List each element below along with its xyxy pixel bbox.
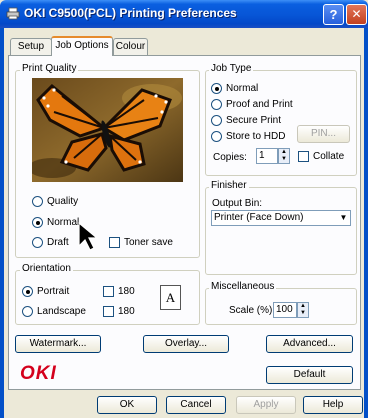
watermark-button[interactable]: Watermark... xyxy=(15,335,101,353)
finisher-label: Finisher xyxy=(209,180,249,191)
proof-and-print-radio[interactable] xyxy=(211,99,222,110)
help-button[interactable]: Help xyxy=(303,396,363,414)
toner-save-label: Toner save xyxy=(124,237,173,248)
scale-spinner[interactable]: ▲ ▼ xyxy=(297,302,309,318)
job-normal-radio[interactable] xyxy=(211,83,222,94)
scale-spin-up-icon[interactable]: ▲ xyxy=(298,303,308,310)
orientation-label: Orientation xyxy=(20,263,73,274)
normal-quality-label: Normal xyxy=(47,217,80,228)
mouse-cursor-icon xyxy=(78,222,99,251)
collate-label: Collate xyxy=(313,151,345,162)
quality-radio[interactable] xyxy=(32,196,43,207)
copies-spinner[interactable]: ▲ ▼ xyxy=(278,148,290,164)
window-frame-right xyxy=(364,28,368,418)
window-frame-left xyxy=(0,28,4,418)
draft-label: Draft xyxy=(47,237,69,248)
advanced-button[interactable]: Advanced... xyxy=(266,335,353,353)
chevron-down-icon[interactable]: ▼ xyxy=(337,211,350,225)
ok-button[interactable]: OK xyxy=(97,396,157,414)
portrait-180-label: 180 xyxy=(118,286,135,297)
proof-and-print-label: Proof and Print xyxy=(226,99,293,110)
orientation-preview-icon: A xyxy=(160,285,181,310)
landscape-180-checkbox[interactable] xyxy=(103,306,114,317)
secure-print-label: Secure Print xyxy=(226,115,282,126)
cancel-button[interactable]: Cancel xyxy=(166,396,226,414)
scale-label: Scale (%): xyxy=(229,305,276,316)
draft-radio[interactable] xyxy=(32,237,43,248)
store-to-hdd-label: Store to HDD xyxy=(226,131,286,142)
job-type-label: Job Type xyxy=(209,63,254,74)
output-bin-value: Printer (Face Down) xyxy=(214,212,304,223)
job-normal-label: Normal xyxy=(226,83,259,94)
portrait-180-checkbox[interactable] xyxy=(103,286,114,297)
default-button[interactable]: Default xyxy=(266,366,353,384)
tab-setup[interactable]: Setup xyxy=(10,38,52,55)
tab-colour[interactable]: Colour xyxy=(113,38,148,55)
tab-job-options[interactable]: Job Options xyxy=(51,36,113,56)
portrait-label: Portrait xyxy=(37,286,70,297)
copies-label: Copies: xyxy=(213,152,247,163)
miscellaneous-label: Miscellaneous xyxy=(209,281,277,292)
landscape-label: Landscape xyxy=(37,306,86,317)
apply-button[interactable]: Apply xyxy=(236,396,296,414)
landscape-radio[interactable] xyxy=(22,306,33,317)
pin-button[interactable]: PIN... xyxy=(297,125,350,143)
print-quality-preview-image xyxy=(32,78,183,182)
copies-input[interactable]: 1 xyxy=(256,148,278,164)
portrait-radio[interactable] xyxy=(22,286,33,297)
printer-icon xyxy=(6,7,20,20)
window-title: OKI C9500(PCL) Printing Preferences xyxy=(24,6,237,20)
close-button[interactable]: ✕ xyxy=(346,4,367,25)
secure-print-radio[interactable] xyxy=(211,115,222,126)
output-bin-label: Output Bin: xyxy=(212,198,263,209)
help-title-button[interactable]: ? xyxy=(323,4,344,25)
toner-save-checkbox[interactable] xyxy=(109,237,120,248)
store-to-hdd-radio[interactable] xyxy=(211,131,222,142)
landscape-180-label: 180 xyxy=(118,306,135,317)
print-quality-label: Print Quality xyxy=(20,63,79,74)
spin-up-icon[interactable]: ▲ xyxy=(279,149,289,156)
collate-checkbox[interactable] xyxy=(298,151,309,162)
overlay-button[interactable]: Overlay... xyxy=(143,335,229,353)
scale-input[interactable]: 100 xyxy=(273,302,297,318)
oki-logo: OKI xyxy=(20,363,57,384)
output-bin-select[interactable]: Printer (Face Down) xyxy=(211,210,351,226)
spin-down-icon[interactable]: ▼ xyxy=(279,156,289,163)
scale-spin-down-icon[interactable]: ▼ xyxy=(298,310,308,317)
quality-label: Quality xyxy=(47,196,79,207)
normal-quality-radio[interactable] xyxy=(32,217,43,228)
